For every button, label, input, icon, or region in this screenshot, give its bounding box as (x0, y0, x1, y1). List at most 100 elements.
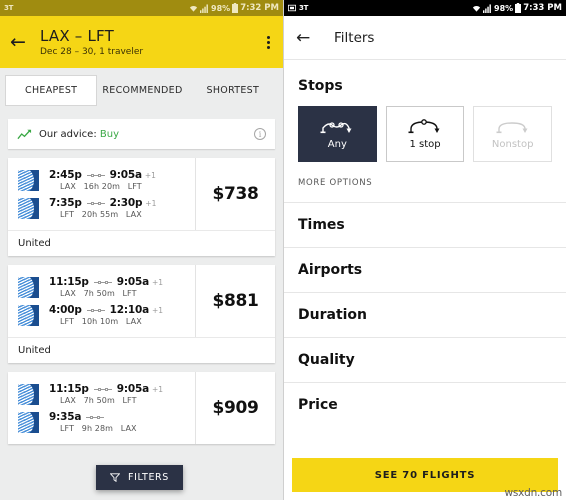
airline-logo-icon (18, 412, 39, 433)
depart-time: 7:35p (49, 197, 82, 209)
destination-code: LAX (125, 317, 142, 326)
back-arrow-icon[interactable]: ← (10, 32, 36, 52)
stops-indicator-icon (93, 280, 112, 284)
sort-tabs: CHEAPEST RECOMMENDED SHORTEST (0, 68, 283, 112)
advice-value: Buy (99, 128, 120, 140)
leg-route: LAX 7h 50m LFT (49, 396, 195, 405)
back-arrow-icon[interactable]: ← (296, 28, 326, 48)
two-stops-icon (320, 121, 352, 133)
flight-legs: 2:45p 9:05a +1 LAX 16h 20m LFT 7:35p 2:3… (8, 158, 195, 230)
flight-legs: 11:15p 9:05a +1 LAX 7h 50m LFT (8, 372, 195, 444)
trending-up-icon (17, 129, 32, 140)
origin-code: LFT (60, 424, 75, 433)
signal-icon (200, 3, 208, 13)
status-bar-left: 3T 98% 7:32 PM (0, 0, 283, 16)
depart-time: 4:00p (49, 304, 82, 316)
flight-leg: 11:15p 9:05a +1 LAX 7h 50m LFT (8, 380, 195, 408)
depart-time: 11:15p (49, 383, 89, 395)
day-offset: +1 (151, 384, 164, 394)
signal-icon (483, 3, 491, 13)
filter-row-times[interactable]: Times (284, 202, 566, 247)
more-options-link[interactable]: MORE OPTIONS (284, 162, 566, 202)
leg-duration: 20h 55m (81, 210, 119, 219)
wifi-icon (472, 5, 481, 12)
leg-route: LFT 20h 55m LAX (49, 210, 195, 219)
leg-duration: 7h 50m (83, 289, 115, 298)
arrive-time: 9:05a (116, 276, 149, 288)
leg-info: 7:35p 2:30p +1 LFT 20h 55m LAX (49, 197, 195, 219)
flight-legs: 11:15p 9:05a +1 LAX 7h 50m LFT (8, 265, 195, 337)
leg-info: 11:15p 9:05a +1 LAX 7h 50m LFT (49, 276, 195, 298)
clock-time: 7:32 PM (240, 3, 279, 13)
flight-leg: 11:15p 9:05a +1 LAX 7h 50m LFT (8, 273, 195, 301)
advice-label: Our advice: (39, 128, 97, 140)
destination-code: LAX (120, 424, 137, 433)
clock-time: 7:33 PM (523, 3, 562, 13)
flight-card[interactable]: 11:15p 9:05a +1 LAX 7h 50m LFT (8, 372, 275, 444)
airline-logo-icon (18, 305, 39, 326)
filter-row-duration[interactable]: Duration (284, 292, 566, 337)
info-icon[interactable]: i (254, 128, 266, 140)
stops-section-title: Stops (298, 78, 343, 94)
airline-logo-icon (18, 277, 39, 298)
stops-option-any[interactable]: Any (298, 106, 377, 162)
tab-cheapest[interactable]: CHEAPEST (6, 75, 97, 105)
airline-logo-icon (18, 384, 39, 405)
leg-duration: 10h 10m (81, 317, 119, 326)
depart-time: 2:45p (49, 169, 82, 181)
route-title: LAX – LFT (40, 27, 114, 45)
stops-indicator-icon (93, 387, 112, 391)
flight-card-body: 2:45p 9:05a +1 LAX 16h 20m LFT 7:35p 2:3… (8, 158, 275, 230)
status-left-group: 3T (288, 4, 308, 12)
battery-icon (515, 3, 522, 13)
filters-screen: 3T 98% 7:33 PM ← Filters Stops Any 1 sto… (283, 0, 566, 500)
flight-price: $738 (195, 158, 275, 230)
filters-button[interactable]: FILTERS (96, 465, 183, 490)
leg-times: 4:00p 12:10a +1 (49, 304, 195, 316)
filter-row-price[interactable]: Price (284, 382, 566, 427)
dual-screenshot: 3T 98% 7:32 PM ← LAX – LFT Dec 28 – 30, … (0, 0, 566, 500)
leg-info: 9:35a LFT 9h 28m LAX (49, 411, 195, 433)
day-offset: +1 (151, 277, 164, 287)
stops-option-label: Nonstop (491, 138, 534, 150)
stops-indicator-icon (86, 201, 105, 205)
flight-card-body: 11:15p 9:05a +1 LAX 7h 50m LFT (8, 265, 275, 337)
watermark: wsxdn.com (504, 487, 562, 499)
status-right-group: 98% 7:33 PM (472, 3, 562, 13)
flight-leg: 4:00p 12:10a +1 LFT 10h 10m LAX (8, 301, 195, 329)
depart-time: 11:15p (49, 276, 89, 288)
arrive-time: 2:30p (109, 197, 143, 209)
airline-logo-icon (18, 170, 39, 191)
stops-indicator-icon (86, 308, 105, 312)
stops-option-label: 1 stop (409, 138, 441, 150)
flight-card-body: 11:15p 9:05a +1 LAX 7h 50m LFT (8, 372, 275, 444)
leg-times: 11:15p 9:05a +1 (49, 276, 195, 288)
page-title: Filters (334, 29, 375, 46)
overflow-menu-icon[interactable] (267, 35, 273, 49)
filter-row-airports[interactable]: Airports (284, 247, 566, 292)
stops-indicator-icon (86, 173, 105, 177)
depart-time: 9:35a (49, 411, 82, 423)
price-advice-banner[interactable]: Our advice: Buy i (8, 119, 275, 149)
day-offset: +1 (151, 305, 164, 315)
leg-route: LFT 9h 28m LAX (49, 424, 195, 433)
leg-route: LFT 10h 10m LAX (49, 317, 195, 326)
tab-recommended[interactable]: RECOMMENDED (98, 77, 186, 104)
day-offset: +1 (144, 170, 156, 180)
airline-name: United (8, 230, 275, 256)
stops-option-1stop[interactable]: 1 stop (385, 106, 465, 162)
origin-code: LAX (60, 289, 76, 298)
flight-card[interactable]: 11:15p 9:05a +1 LAX 7h 50m LFT (8, 265, 275, 363)
funnel-icon (110, 473, 120, 482)
advice-text: Our advice: Buy (39, 129, 119, 140)
filter-row-quality[interactable]: Quality (284, 337, 566, 382)
battery-percent: 98% (211, 3, 231, 13)
flight-card[interactable]: 2:45p 9:05a +1 LAX 16h 20m LFT 7:35p 2:3… (8, 158, 275, 256)
stops-option-label: Any (327, 138, 347, 150)
flight-price: $881 (195, 265, 275, 337)
leg-info: 11:15p 9:05a +1 LAX 7h 50m LFT (49, 383, 195, 405)
origin-code: LAX (60, 396, 76, 405)
destination-code: LFT (127, 182, 142, 191)
tab-shortest[interactable]: SHORTEST (189, 77, 277, 104)
destination-code: LFT (122, 396, 137, 405)
